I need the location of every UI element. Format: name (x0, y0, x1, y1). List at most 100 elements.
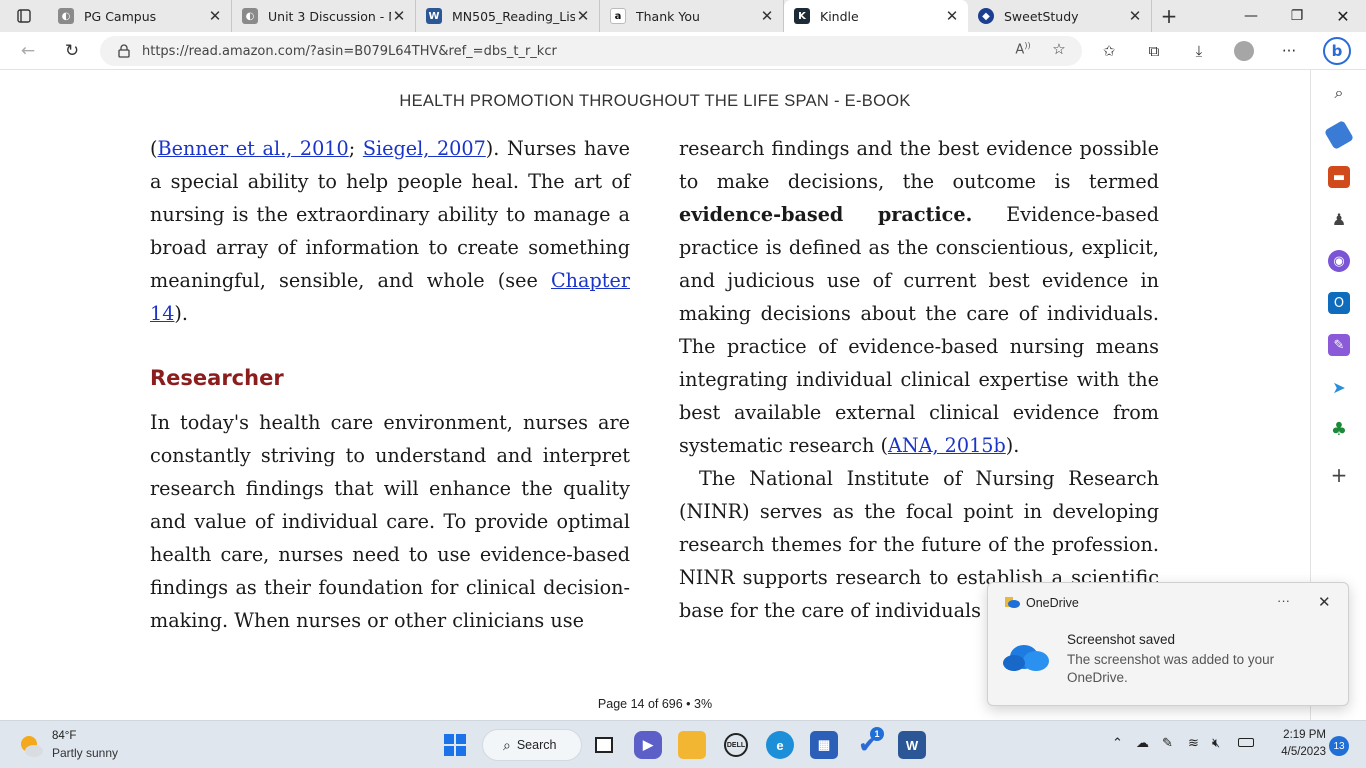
search-icon: ⌕ (503, 736, 511, 753)
show-hidden-icons-button[interactable]: ⌃ (1112, 735, 1123, 751)
text: research findings and the best evidence … (679, 137, 1159, 193)
sidebar-add-button[interactable]: + (1328, 463, 1350, 487)
weather-widget[interactable] (18, 733, 44, 759)
tab-actions-icon (17, 9, 31, 23)
collections-button[interactable]: ⧉ (1141, 38, 1167, 64)
avatar (1234, 41, 1254, 61)
amazon-icon: a (610, 8, 626, 24)
restore-button[interactable]: ❐ (1274, 0, 1320, 32)
file-explorer-button[interactable] (678, 731, 706, 759)
sweetstudy-icon: ◆ (978, 8, 994, 24)
url-text: https://read.amazon.com/?asin=B079L64THV… (142, 43, 557, 59)
text: ). (174, 302, 189, 325)
back-arrow-icon: ← (20, 40, 36, 61)
send-icon: ➤ (1332, 377, 1346, 397)
minimize-icon: — (1244, 8, 1258, 24)
word-taskbar-button[interactable]: W (898, 731, 926, 759)
pg-campus-icon: ◐ (58, 8, 74, 24)
close-tab-icon[interactable]: ✕ (759, 7, 775, 25)
wifi-icon: ≋ (1188, 735, 1199, 750)
minimize-button[interactable]: — (1228, 0, 1274, 32)
toast-more-button[interactable]: ··· (1277, 593, 1290, 608)
sidebar-outlook-button[interactable]: O (1328, 292, 1350, 314)
clock-date[interactable]: 4/5/2023 (1270, 746, 1326, 758)
restore-icon: ❐ (1290, 8, 1304, 24)
close-tab-icon[interactable]: ✕ (1127, 7, 1143, 25)
close-tab-icon[interactable]: ✕ (207, 7, 223, 25)
dell-button[interactable]: DELL (722, 731, 750, 759)
pen-tray-button[interactable]: ✎ (1162, 735, 1173, 751)
lock-icon (118, 44, 130, 58)
onedrive-tray-button[interactable]: ☁ (1136, 735, 1149, 751)
sidebar-tools-button[interactable]: ▬ (1328, 166, 1350, 188)
toast-message: The screenshot was added to your OneDriv… (1067, 652, 1275, 685)
teams-chat-button[interactable]: ▶ (634, 731, 662, 759)
taskbar-search[interactable]: ⌕ Search (482, 729, 582, 761)
close-tab-icon[interactable]: ✕ (391, 7, 407, 25)
tab-title: MN505_Reading_List.d (452, 8, 575, 24)
add-favorite-button[interactable]: ☆ (1046, 36, 1072, 62)
battery-button[interactable] (1238, 738, 1254, 747)
notification-badge[interactable]: 13 (1329, 736, 1349, 756)
sidebar-shopping-button[interactable] (1323, 119, 1355, 151)
tab-kindle[interactable]: K Kindle ✕ (784, 0, 968, 32)
tab-reading-list[interactable]: W MN505_Reading_List.d ✕ (416, 0, 600, 32)
edge-taskbar-button[interactable]: e (766, 731, 794, 759)
task-view-button[interactable] (590, 731, 618, 759)
wifi-button[interactable]: ≋ (1188, 735, 1199, 751)
volume-button[interactable]: 🔇︎ (1212, 735, 1220, 751)
start-button[interactable] (441, 731, 469, 759)
todo-badge: 1 (870, 727, 884, 741)
downloads-button[interactable]: ⤓ (1186, 38, 1212, 64)
tab-title: SweetStudy (1004, 8, 1079, 24)
citation-link-siegel[interactable]: Siegel, 2007 (363, 137, 486, 160)
chat-icon: ▶ (643, 737, 653, 752)
outlook-icon: O (1333, 295, 1345, 311)
citation-link-benner[interactable]: Benner et al., 2010 (158, 137, 349, 160)
store-icon: ▦ (817, 737, 831, 752)
clock-time[interactable]: 2:19 PM (1270, 729, 1326, 741)
tree-icon: ♣ (1330, 418, 1348, 440)
todo-button[interactable]: ✔ 1 (854, 727, 884, 759)
pg-campus-icon: ◐ (242, 8, 258, 24)
onedrive-notification[interactable]: OneDrive ··· ✕ Screenshot saved The scre… (987, 582, 1349, 706)
tab-sweetstudy[interactable]: ◆ SweetStudy ✕ (968, 0, 1152, 32)
bing-button[interactable]: b (1322, 36, 1352, 66)
navigation-bar: ← ↻ https://read.amazon.com/?asin=B079L6… (0, 32, 1366, 70)
back-button[interactable]: ← (10, 36, 46, 66)
collections-icon: ⧉ (1148, 42, 1160, 60)
tab-thank-you[interactable]: a Thank You ✕ (600, 0, 784, 32)
address-bar[interactable]: https://read.amazon.com/?asin=B079L64THV… (100, 36, 1082, 66)
weather-description: Partly sunny (52, 746, 119, 760)
profile-button[interactable] (1231, 38, 1257, 64)
sidebar-office-button[interactable]: ◉ (1328, 250, 1350, 272)
read-aloud-button[interactable]: A)) (1010, 36, 1036, 62)
citation-link-ana[interactable]: ANA, 2015b (888, 434, 1006, 457)
settings-menu-button[interactable]: ··· (1276, 38, 1302, 64)
close-tab-icon[interactable]: ✕ (944, 7, 960, 25)
close-tab-icon[interactable]: ✕ (575, 7, 591, 25)
text: Evidence-based practice is defined as th… (679, 203, 1159, 457)
chevron-up-icon: ⌃ (1112, 735, 1123, 750)
sidebar-drop-button[interactable]: ➤ (1328, 376, 1350, 398)
refresh-button[interactable]: ↻ (54, 36, 90, 66)
new-tab-button[interactable]: + (1152, 0, 1186, 32)
tab-unit3-discussion[interactable]: ◐ Unit 3 Discussion - MN ✕ (232, 0, 416, 32)
close-window-button[interactable]: ✕ (1320, 0, 1366, 32)
sidebar-games-button[interactable]: ♟ (1328, 208, 1350, 230)
sidebar-search-button[interactable]: ⌕ (1328, 82, 1350, 104)
favorites-button[interactable]: ✩ (1096, 38, 1122, 64)
tab-bar: ◐ PG Campus ✕ ◐ Unit 3 Discussion - MN ✕… (0, 0, 1366, 32)
onedrive-small-icon (1005, 597, 1020, 608)
sidebar-tree-button[interactable]: ♣ (1328, 418, 1350, 440)
store-button[interactable]: ▦ (810, 731, 838, 759)
chess-icon: ♟ (1331, 209, 1347, 229)
tab-actions-button[interactable] (0, 0, 48, 32)
sidebar-designer-button[interactable]: ✎ (1328, 334, 1350, 356)
plus-icon: + (1330, 463, 1348, 487)
toast-close-button[interactable]: ✕ (1318, 593, 1331, 611)
tab-pg-campus[interactable]: ◐ PG Campus ✕ (48, 0, 232, 32)
paragraph: research findings and the best evidence … (679, 132, 1159, 462)
partly-sunny-icon (21, 736, 43, 757)
weather-temperature: 84°F (52, 730, 77, 742)
